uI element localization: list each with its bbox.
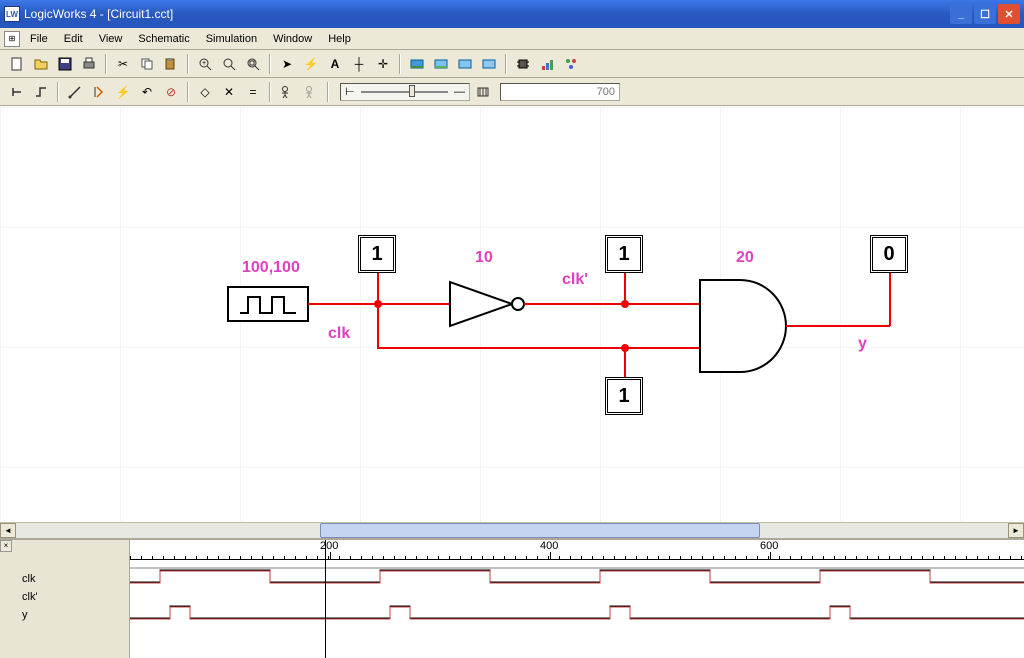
print-button[interactable] [78,53,100,75]
signal-name[interactable]: clk [22,570,129,588]
net-clk-bar-label: clk' [562,271,588,289]
window-title: LogicWorks 4 - [Circuit1.cct] [24,7,948,21]
signal-name[interactable]: clk' [22,588,129,606]
unknown-button[interactable]: ◇ [194,81,216,103]
crosshair-tool[interactable]: ✛ [372,53,394,75]
inverter-delay-label: 10 [475,249,493,267]
toolbar-simulation: ⚡ ↶ ⊘ ◇ ✕ = ⊢ — 700 [0,78,1024,106]
menu-edit[interactable]: Edit [56,31,91,47]
trigger-tool[interactable] [88,81,110,103]
wire-tool[interactable]: ┼ [348,53,370,75]
open-button[interactable] [30,53,52,75]
maximize-window-button[interactable]: ☐ [974,4,996,24]
x-button[interactable]: ✕ [218,81,240,103]
separator [187,82,189,102]
menu-help[interactable]: Help [320,31,359,47]
speed-config-button[interactable] [472,81,494,103]
chip-button[interactable] [512,53,534,75]
doc-icon: ⊞ [4,31,20,47]
separator [505,54,507,74]
waveform-area[interactable]: 200 400 600 [130,540,1024,658]
view4-button[interactable] [478,53,500,75]
zap-sim-button[interactable]: ⚡ [112,81,134,103]
separator [269,82,271,102]
probe-lower[interactable]: 1 [605,377,643,415]
equals-button[interactable]: = [242,81,264,103]
zoom-in-button[interactable]: + [194,53,216,75]
zoom-out-button[interactable] [218,53,240,75]
scroll-thumb[interactable] [320,523,760,538]
ruler-tick-label: 400 [540,540,558,552]
save-button[interactable] [54,53,76,75]
undo-sim-button[interactable]: ↶ [136,81,158,103]
menu-simulation[interactable]: Simulation [198,31,265,47]
menu-view[interactable]: View [91,31,131,47]
clock-component[interactable] [228,287,308,321]
clock-param-label: 100,100 [242,259,300,277]
text-tool[interactable]: A [324,53,346,75]
canvas-scrollbar[interactable]: ◄ ► [0,522,1024,538]
run-button[interactable] [276,81,298,103]
net-clk-label: clk [328,325,350,343]
separator [187,54,189,74]
separator [105,54,107,74]
view2-button[interactable] [430,53,452,75]
and-gate[interactable] [700,280,786,372]
paste-button[interactable] [160,53,182,75]
probe-tool[interactable] [64,81,86,103]
time-cursor[interactable] [325,540,326,658]
clear-button[interactable]: ⊘ [160,81,182,103]
pointer-tool[interactable]: ➤ [276,53,298,75]
scroll-left-button[interactable]: ◄ [0,523,16,538]
menu-bar: ⊞ File Edit View Schematic Simulation Wi… [0,28,1024,50]
net-y-label: y [858,335,867,353]
menu-file[interactable]: File [22,31,56,47]
menu-schematic[interactable]: Schematic [130,31,197,47]
speed-slider[interactable]: ⊢ — [340,83,470,101]
copy-button[interactable] [136,53,158,75]
probe-clk[interactable]: 1 [358,235,396,273]
view1-button[interactable] [406,53,428,75]
timing-panel: × clk clk' y 200 400 600 [0,538,1024,658]
separator [399,54,401,74]
app-icon: LW [4,6,20,22]
and-delay-label: 20 [736,249,754,267]
signal-names-column: clk clk' y [0,540,130,658]
separator [269,54,271,74]
speed-display: 700 [500,83,620,101]
new-button[interactable] [6,53,28,75]
time-ruler: 200 400 600 [130,540,1024,560]
ruler-tick-label: 600 [760,540,778,552]
view3-button[interactable] [454,53,476,75]
device-button[interactable] [560,53,582,75]
title-bar: LW LogicWorks 4 - [Circuit1.cct] _ ☐ ✕ [0,0,1024,28]
stop-button[interactable] [300,81,322,103]
zap-tool[interactable]: ⚡ [300,53,322,75]
sim-step-button[interactable] [30,81,52,103]
probe-y[interactable]: 0 [870,235,908,273]
sim-reset-button[interactable] [6,81,28,103]
panel-close-button[interactable]: × [0,540,12,552]
ruler-tick-label: 200 [320,540,338,552]
close-button[interactable]: ✕ [998,4,1020,24]
scroll-right-button[interactable]: ► [1008,523,1024,538]
separator [57,82,59,102]
menu-window[interactable]: Window [265,31,320,47]
report-button[interactable] [536,53,558,75]
schematic-canvas[interactable]: 100,100 10 20 clk clk' y 1 1 1 0 ◄ ► [0,106,1024,538]
cut-button[interactable]: ✂ [112,53,134,75]
zoom-fit-button[interactable] [242,53,264,75]
toolbar-main: ✂ + ➤ ⚡ A ┼ ✛ [0,50,1024,78]
close-window-button[interactable]: _ [950,4,972,24]
svg-text:+: + [202,60,206,67]
separator [327,82,329,102]
probe-clk-bar[interactable]: 1 [605,235,643,273]
signal-name[interactable]: y [22,606,129,624]
